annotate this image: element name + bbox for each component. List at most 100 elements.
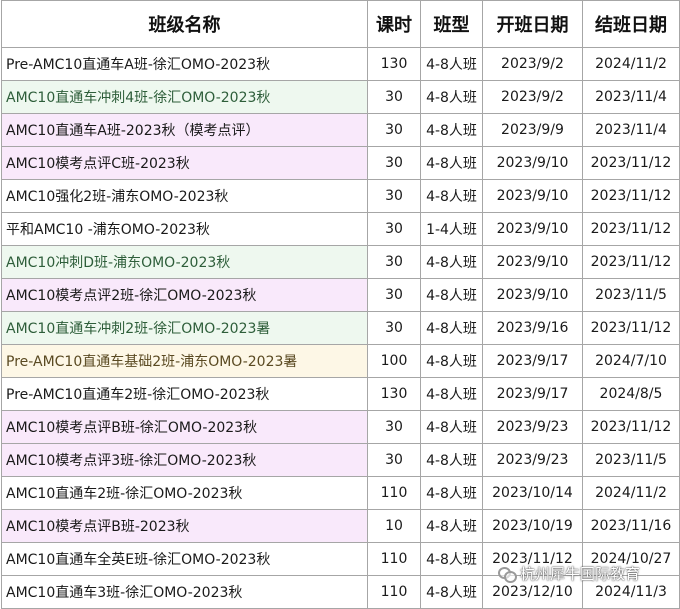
cell-end-date: 2023/11/12 — [582, 245, 680, 279]
cell-hours: 30 — [367, 179, 421, 213]
cell-class-name: AMC10强化2班-浦东OMO-2023秋 — [1, 179, 368, 213]
cell-hours: 100 — [367, 344, 421, 378]
table-row: Pre-AMC10直通车A班-徐汇OMO-2023秋 130 4-8人班 2023/9… — [1, 47, 680, 81]
cell-class-name: AMC10直通车冲刺4班-徐汇OMO-2023秋 — [1, 80, 368, 114]
cell-hours: 30 — [367, 212, 421, 246]
header-class-name: 班级名称 — [1, 0, 368, 48]
cell-end-date: 2023/11/12 — [582, 146, 680, 180]
cell-end-date: 2024/11/2 — [582, 476, 680, 510]
cell-class-type: 4-8人班 — [420, 443, 483, 477]
cell-class-name: AMC10冲刺D班-浦东OMO-2023秋 — [1, 245, 368, 279]
cell-class-name: Pre-AMC10直通车A班-徐汇OMO-2023秋 — [1, 47, 368, 81]
cell-class-type: 4-8人班 — [420, 575, 483, 609]
cell-start-date: 2023/9/9 — [482, 113, 583, 147]
cell-class-type: 4-8人班 — [420, 377, 483, 411]
cell-start-date: 2023/10/19 — [482, 509, 583, 543]
cell-start-date: 2023/9/10 — [482, 212, 583, 246]
table-row: AMC10模考点评2班-徐汇OMO-2023秋 30 4-8人班 2023/9/10 2… — [1, 278, 680, 312]
cell-class-type: 4-8人班 — [420, 344, 483, 378]
cell-class-name: AMC10直通车A班-2023秋（模考点评） — [1, 113, 368, 147]
cell-class-name: 平和AMC10 -浦东OMO-2023秋 — [1, 212, 368, 246]
cell-start-date: 2023/11/12 — [482, 542, 583, 576]
cell-hours: 30 — [367, 410, 421, 444]
cell-hours: 30 — [367, 443, 421, 477]
cell-start-date: 2023/9/2 — [482, 80, 583, 114]
header-end-date: 结班日期 — [582, 0, 680, 48]
cell-start-date: 2023/9/16 — [482, 311, 583, 345]
cell-end-date: 2023/11/12 — [582, 179, 680, 213]
cell-class-type: 4-8人班 — [420, 410, 483, 444]
cell-hours: 110 — [367, 542, 421, 576]
cell-class-type: 4-8人班 — [420, 179, 483, 213]
cell-class-name: AMC10模考点评C班-2023秋 — [1, 146, 368, 180]
cell-hours: 30 — [367, 245, 421, 279]
cell-end-date: 2023/11/12 — [582, 212, 680, 246]
table-row: AMC10直通车冲刺2班-徐汇OMO-2023暑 30 4-8人班 2023/9/16… — [1, 311, 680, 345]
cell-class-type: 1-4人班 — [420, 212, 483, 246]
header-row: 班级名称 课时 班型 开班日期 结班日期 — [1, 0, 680, 48]
table-row: AMC10直通车A班-2023秋（模考点评） 30 4-8人班 2023/9/9 202… — [1, 113, 680, 147]
cell-start-date: 2023/9/17 — [482, 344, 583, 378]
cell-end-date: 2024/7/10 — [582, 344, 680, 378]
cell-hours: 30 — [367, 311, 421, 345]
cell-class-type: 4-8人班 — [420, 113, 483, 147]
cell-class-name: AMC10直通车冲刺2班-徐汇OMO-2023暑 — [1, 311, 368, 345]
cell-class-type: 4-8人班 — [420, 476, 483, 510]
cell-end-date: 2024/10/27 — [582, 542, 680, 576]
cell-class-name: AMC10模考点评B班-徐汇OMO-2023秋 — [1, 410, 368, 444]
cell-start-date: 2023/9/10 — [482, 245, 583, 279]
table-row: AMC10模考点评B班-徐汇OMO-2023秋 30 4-8人班 2023/9/23 2… — [1, 410, 680, 444]
table-row: AMC10模考点评3班-徐汇OMO-2023秋 30 4-8人班 2023/9/23 2… — [1, 443, 680, 477]
cell-hours: 130 — [367, 47, 421, 81]
table-row: AMC10模考点评C班-2023秋 30 4-8人班 2023/9/10 2023/11… — [1, 146, 680, 180]
cell-class-type: 4-8人班 — [420, 47, 483, 81]
cell-class-type: 4-8人班 — [420, 245, 483, 279]
cell-class-name: AMC10直通车2班-徐汇OMO-2023秋 — [1, 476, 368, 510]
table-row: Pre-AMC10直通车基础2班-浦东OMO-2023暑 100 4-8人班 2023… — [1, 344, 680, 378]
cell-end-date: 2023/11/4 — [582, 80, 680, 114]
cell-start-date: 2023/12/10 — [482, 575, 583, 609]
cell-start-date: 2023/9/23 — [482, 443, 583, 477]
cell-end-date: 2023/11/5 — [582, 278, 680, 312]
header-hours: 课时 — [367, 0, 421, 48]
table-row: AMC10直通车冲刺4班-徐汇OMO-2023秋 30 4-8人班 2023/9/2 2… — [1, 80, 680, 114]
cell-start-date: 2023/9/10 — [482, 179, 583, 213]
table-row: AMC10直通车全英E班-徐汇OMO-2023秋 110 4-8人班 2023/11/… — [1, 542, 680, 576]
class-schedule-table: 班级名称 课时 班型 开班日期 结班日期 Pre-AMC10直通车A班-徐汇OM… — [1, 0, 680, 609]
cell-start-date: 2023/9/10 — [482, 278, 583, 312]
cell-end-date: 2023/11/16 — [582, 509, 680, 543]
cell-hours: 30 — [367, 113, 421, 147]
cell-class-name: Pre-AMC10直通车基础2班-浦东OMO-2023暑 — [1, 344, 368, 378]
table-row: AMC10强化2班-浦东OMO-2023秋 30 4-8人班 2023/9/10 202… — [1, 179, 680, 213]
cell-hours: 30 — [367, 278, 421, 312]
cell-end-date: 2024/11/3 — [582, 575, 680, 609]
header-class-type: 班型 — [420, 0, 483, 48]
cell-class-type: 4-8人班 — [420, 146, 483, 180]
table-row: 平和AMC10 -浦东OMO-2023秋 30 1-4人班 2023/9/10 2023… — [1, 212, 680, 246]
cell-end-date: 2024/8/5 — [582, 377, 680, 411]
cell-class-name: AMC10模考点评B班-2023秋 — [1, 509, 368, 543]
cell-hours: 30 — [367, 80, 421, 114]
header-start-date: 开班日期 — [482, 0, 583, 48]
cell-class-name: Pre-AMC10直通车2班-徐汇OMO-2023秋 — [1, 377, 368, 411]
cell-hours: 10 — [367, 509, 421, 543]
cell-end-date: 2023/11/5 — [582, 443, 680, 477]
table-row: AMC10直通车3班-徐汇OMO-2023秋 110 4-8人班 2023/12/10… — [1, 575, 680, 609]
cell-class-name: AMC10直通车3班-徐汇OMO-2023秋 — [1, 575, 368, 609]
cell-end-date: 2023/11/12 — [582, 410, 680, 444]
cell-end-date: 2024/11/2 — [582, 47, 680, 81]
cell-class-type: 4-8人班 — [420, 80, 483, 114]
cell-start-date: 2023/10/14 — [482, 476, 583, 510]
cell-class-type: 4-8人班 — [420, 311, 483, 345]
cell-start-date: 2023/9/17 — [482, 377, 583, 411]
cell-start-date: 2023/9/23 — [482, 410, 583, 444]
cell-class-type: 4-8人班 — [420, 542, 483, 576]
cell-hours: 130 — [367, 377, 421, 411]
table-row: AMC10冲刺D班-浦东OMO-2023秋 30 4-8人班 2023/9/10 202… — [1, 245, 680, 279]
cell-end-date: 2023/11/4 — [582, 113, 680, 147]
cell-hours: 110 — [367, 575, 421, 609]
cell-class-type: 4-8人班 — [420, 278, 483, 312]
cell-start-date: 2023/9/2 — [482, 47, 583, 81]
cell-class-name: AMC10模考点评2班-徐汇OMO-2023秋 — [1, 278, 368, 312]
cell-start-date: 2023/9/10 — [482, 146, 583, 180]
